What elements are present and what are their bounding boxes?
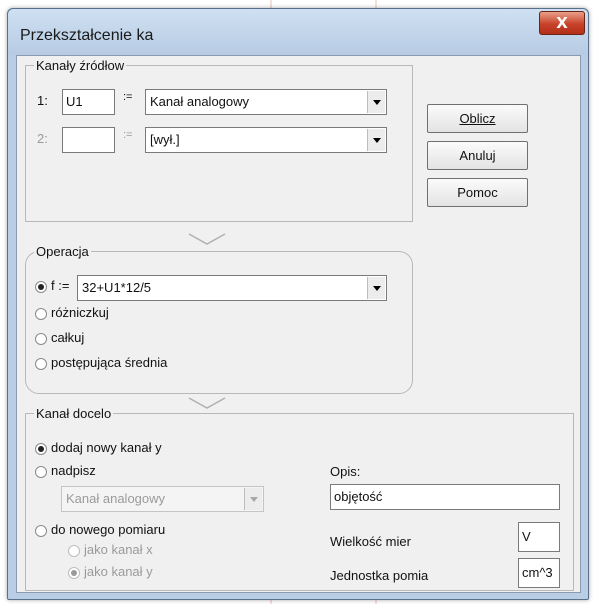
chevron-down-icon[interactable] [367, 129, 385, 151]
source-2-variable-input[interactable] [62, 127, 115, 153]
target-channel-legend: Kanał docelo [36, 406, 112, 421]
new-measurement-label-a: do nowego pomiaru [51, 522, 166, 537]
source-2-assign: := [123, 129, 133, 141]
differentiate-radio[interactable] [35, 308, 47, 320]
close-icon: X [556, 14, 568, 32]
quantity-input[interactable]: V [518, 522, 560, 552]
new-channel-radio[interactable] [35, 443, 47, 455]
close-button[interactable]: X [539, 11, 585, 35]
dialog-body: Kanały źródłow 1: U1 := Kanał analogowy … [16, 55, 581, 593]
unit-input[interactable]: cm^3 [518, 558, 560, 588]
differentiate-label[interactable]: różniczkuj [51, 305, 109, 320]
source-1-variable-input[interactable]: U1 [62, 89, 115, 115]
source-1-number: 1: [37, 93, 48, 108]
dialog-title: Przekształcenie ka [20, 27, 154, 44]
compute-button[interactable]: Oblicz [427, 104, 528, 133]
dialog-window: Przekształcenie ka X Kanały źródłow 1: U… [7, 8, 589, 600]
new-measurement-label[interactable]: do nowego pomiaru [51, 522, 165, 537]
cancel-button[interactable]: Anuluj [427, 141, 528, 170]
description-input[interactable]: objętość [330, 484, 560, 510]
operation-legend: Operacja [36, 244, 89, 259]
overwrite-channel-select[interactable]: Kanał analogowy [61, 486, 264, 512]
unit-label: Jednostka pomia [330, 568, 429, 583]
formula-value: 32+U1*12/5 [82, 280, 152, 295]
chevron-down-icon[interactable] [244, 488, 262, 510]
as-y-channel-label[interactable]: jako kanał y [84, 564, 153, 579]
as-x-channel-radio[interactable] [68, 545, 80, 557]
moving-average-label[interactable]: postępująca średnia [51, 355, 167, 370]
integrate-radio[interactable] [35, 333, 47, 345]
source-2-channel-select[interactable]: [wył.] [145, 127, 387, 153]
source-1-assign: := [123, 91, 133, 103]
source-channels-legend: Kanały źródłow [36, 58, 125, 73]
source-1-channel-select[interactable]: Kanał analogowy [145, 89, 387, 115]
integrate-label[interactable]: całkuj [51, 330, 84, 345]
new-measurement-radio[interactable] [35, 525, 47, 537]
formula-radio[interactable] [35, 281, 47, 293]
compute-button-label: Oblicz [459, 111, 496, 126]
chevron-down-icon[interactable] [367, 277, 385, 299]
source-1-channel-value: Kanał analogowy [150, 94, 250, 109]
new-channel-label[interactable]: dodaj nowy kanał y [51, 440, 162, 455]
as-x-channel-label[interactable]: jako kanał x [84, 542, 153, 557]
description-label: Opis: [330, 464, 361, 479]
overwrite-radio[interactable] [35, 466, 47, 478]
source-2-number: 2: [37, 131, 48, 146]
chevron-down-icon[interactable] [367, 91, 385, 113]
quantity-label: Wielkość mier [330, 534, 411, 549]
overwrite-label[interactable]: nadpisz [51, 463, 96, 478]
formula-prefix: f := [51, 278, 70, 293]
overwrite-channel-value: Kanał analogowy [66, 491, 166, 506]
source-2-channel-value: [wył.] [150, 132, 180, 147]
help-button[interactable]: Pomoc [427, 178, 528, 207]
title-bar: Przekształcenie ka X [8, 9, 588, 55]
as-y-channel-radio[interactable] [68, 567, 80, 579]
moving-average-radio[interactable] [35, 358, 47, 370]
formula-select[interactable]: 32+U1*12/5 [77, 275, 387, 301]
